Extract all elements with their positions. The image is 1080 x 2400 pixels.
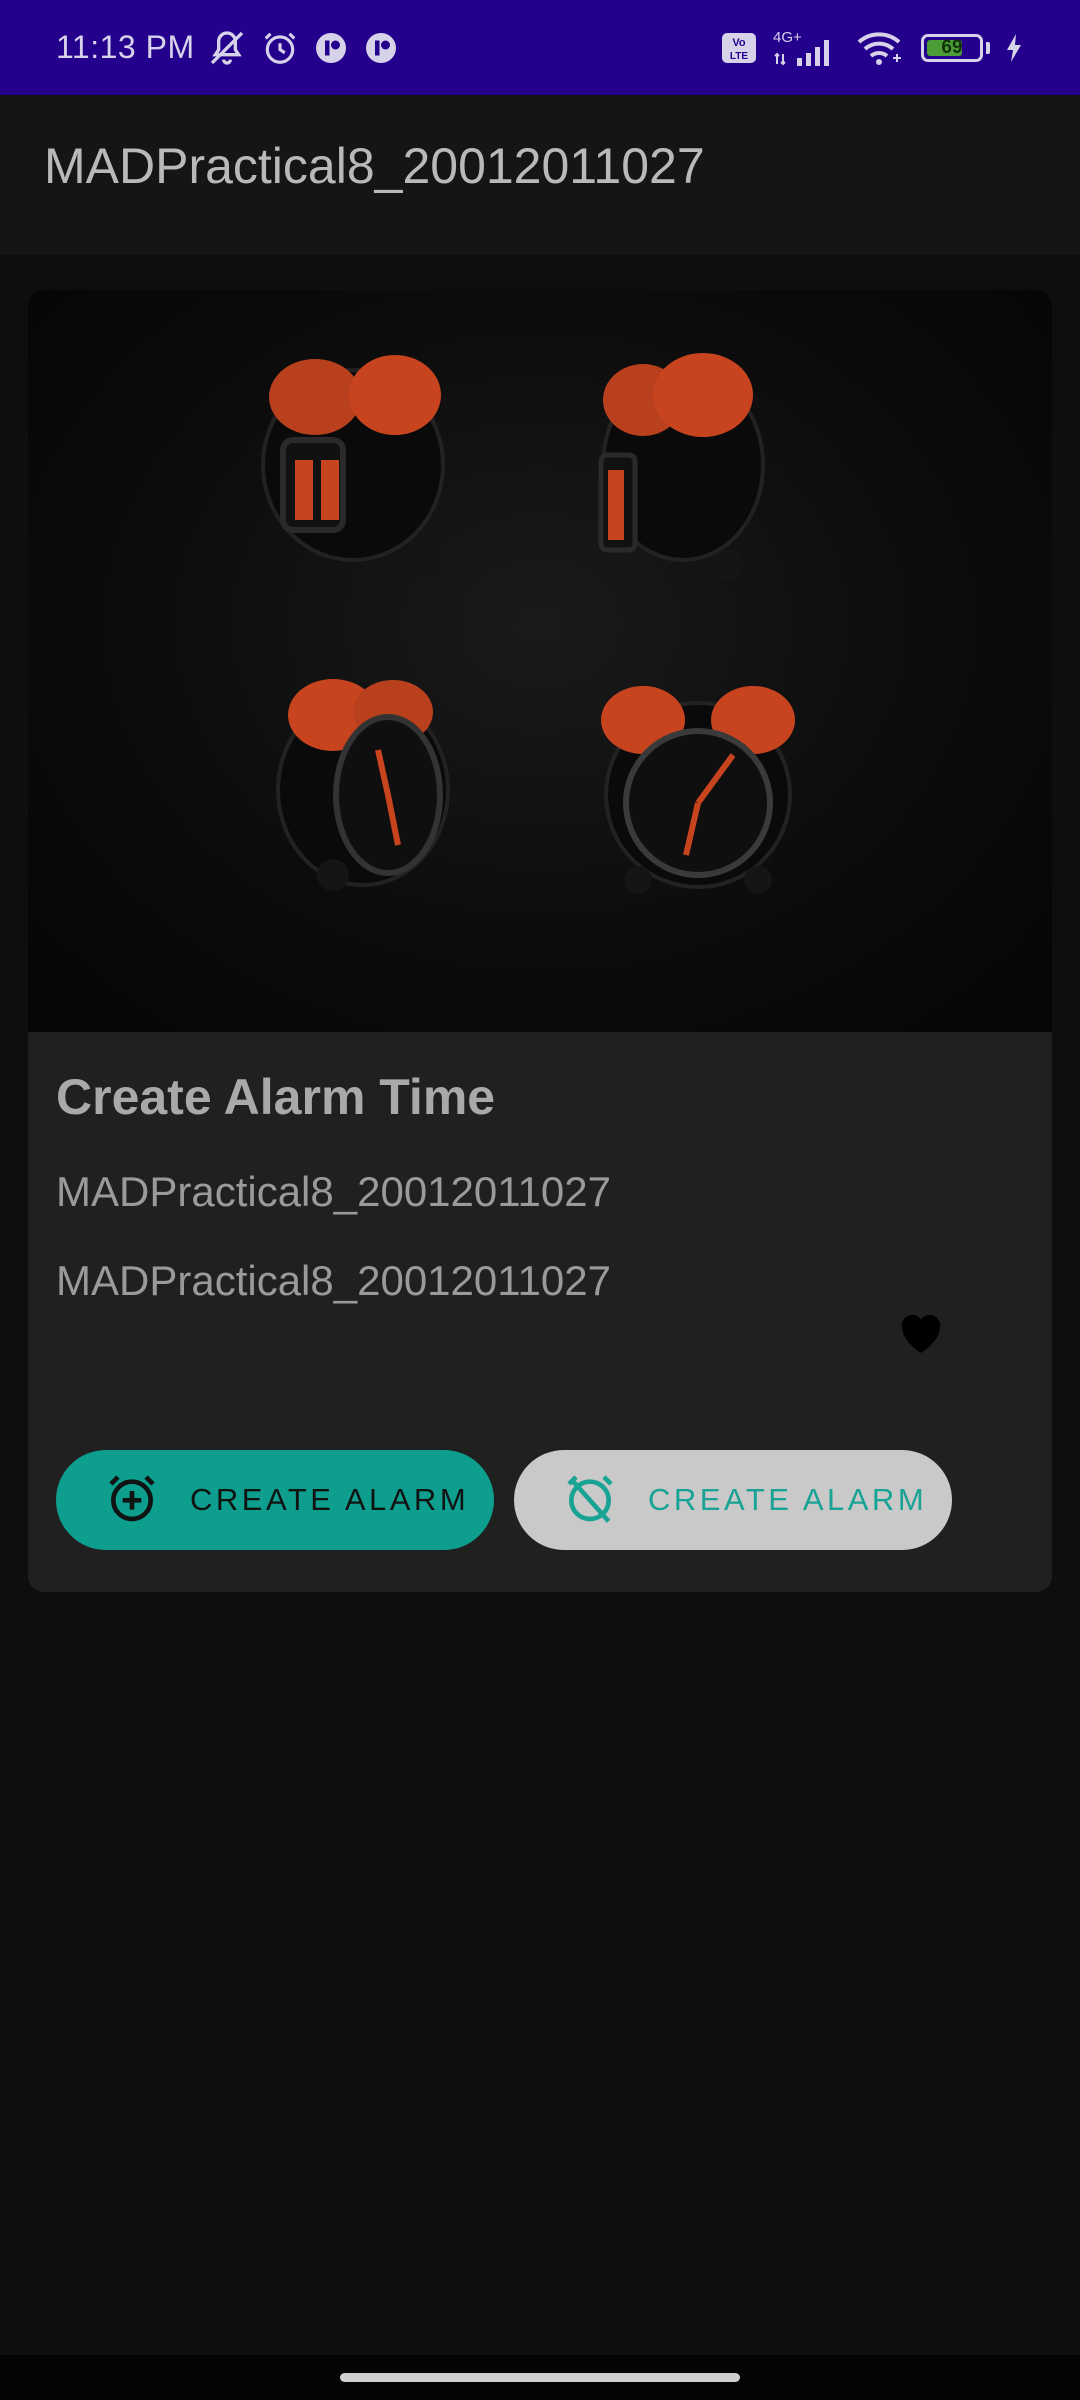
card-headline: Create Alarm Time — [56, 1069, 496, 1125]
alarm-clock-back-left — [261, 355, 447, 579]
status-left-icons — [207, 28, 399, 68]
create-alarm-secondary-label: CREATE ALARM — [648, 1482, 928, 1517]
app-title: MADPractical8_20012011027 — [44, 138, 705, 194]
alarm-off-icon — [562, 1470, 618, 1531]
alarm-card: Create Alarm Time MADPractical8_20012011… — [28, 290, 1052, 1592]
battery-icon: 69 — [921, 33, 983, 62]
notification-app-icon — [313, 30, 349, 66]
notification-app-icon — [363, 30, 399, 66]
gesture-handle[interactable] — [340, 2373, 740, 2382]
battery-level-text: 69 — [941, 36, 963, 58]
signal-icon: 4G+ — [771, 28, 841, 68]
app-bar: MADPractical8_20012011027 — [0, 95, 1080, 255]
battery-tip — [986, 41, 990, 54]
svg-text:Vo: Vo — [732, 37, 746, 49]
alarm-clock-side-right — [598, 353, 765, 581]
create-alarm-label: CREATE ALARM — [190, 1482, 470, 1517]
charging-icon — [1004, 32, 1024, 64]
alarm-icon — [261, 29, 299, 67]
status-right-icons: Vo LTE 4G+ 69 — [721, 28, 1024, 68]
wifi-icon — [855, 28, 907, 68]
alarm-add-icon — [104, 1470, 160, 1531]
alarm-clock-front-right — [601, 686, 795, 894]
status-bar: 11:13 PM Vo LTE 4G+ 69 — [0, 0, 1080, 95]
svg-text:LTE: LTE — [730, 51, 748, 62]
create-alarm-button[interactable]: CREATE ALARM — [56, 1450, 494, 1550]
favorite-button[interactable] — [890, 1303, 952, 1365]
card-subtitle-1: MADPractical8_20012011027 — [56, 1168, 611, 1215]
volte-icon: Vo LTE — [721, 32, 757, 64]
card-subtitle-2: MADPractical8_20012011027 — [56, 1257, 611, 1304]
alarm-clock-side-left — [276, 679, 450, 891]
svg-text:4G+: 4G+ — [773, 29, 802, 46]
alarm-clocks-image — [28, 290, 1052, 1032]
create-alarm-off-button[interactable]: CREATE ALARM — [514, 1450, 952, 1550]
heart-icon — [895, 1309, 947, 1360]
silent-bell-icon — [207, 28, 247, 68]
status-time: 11:13 PM — [56, 29, 195, 65]
